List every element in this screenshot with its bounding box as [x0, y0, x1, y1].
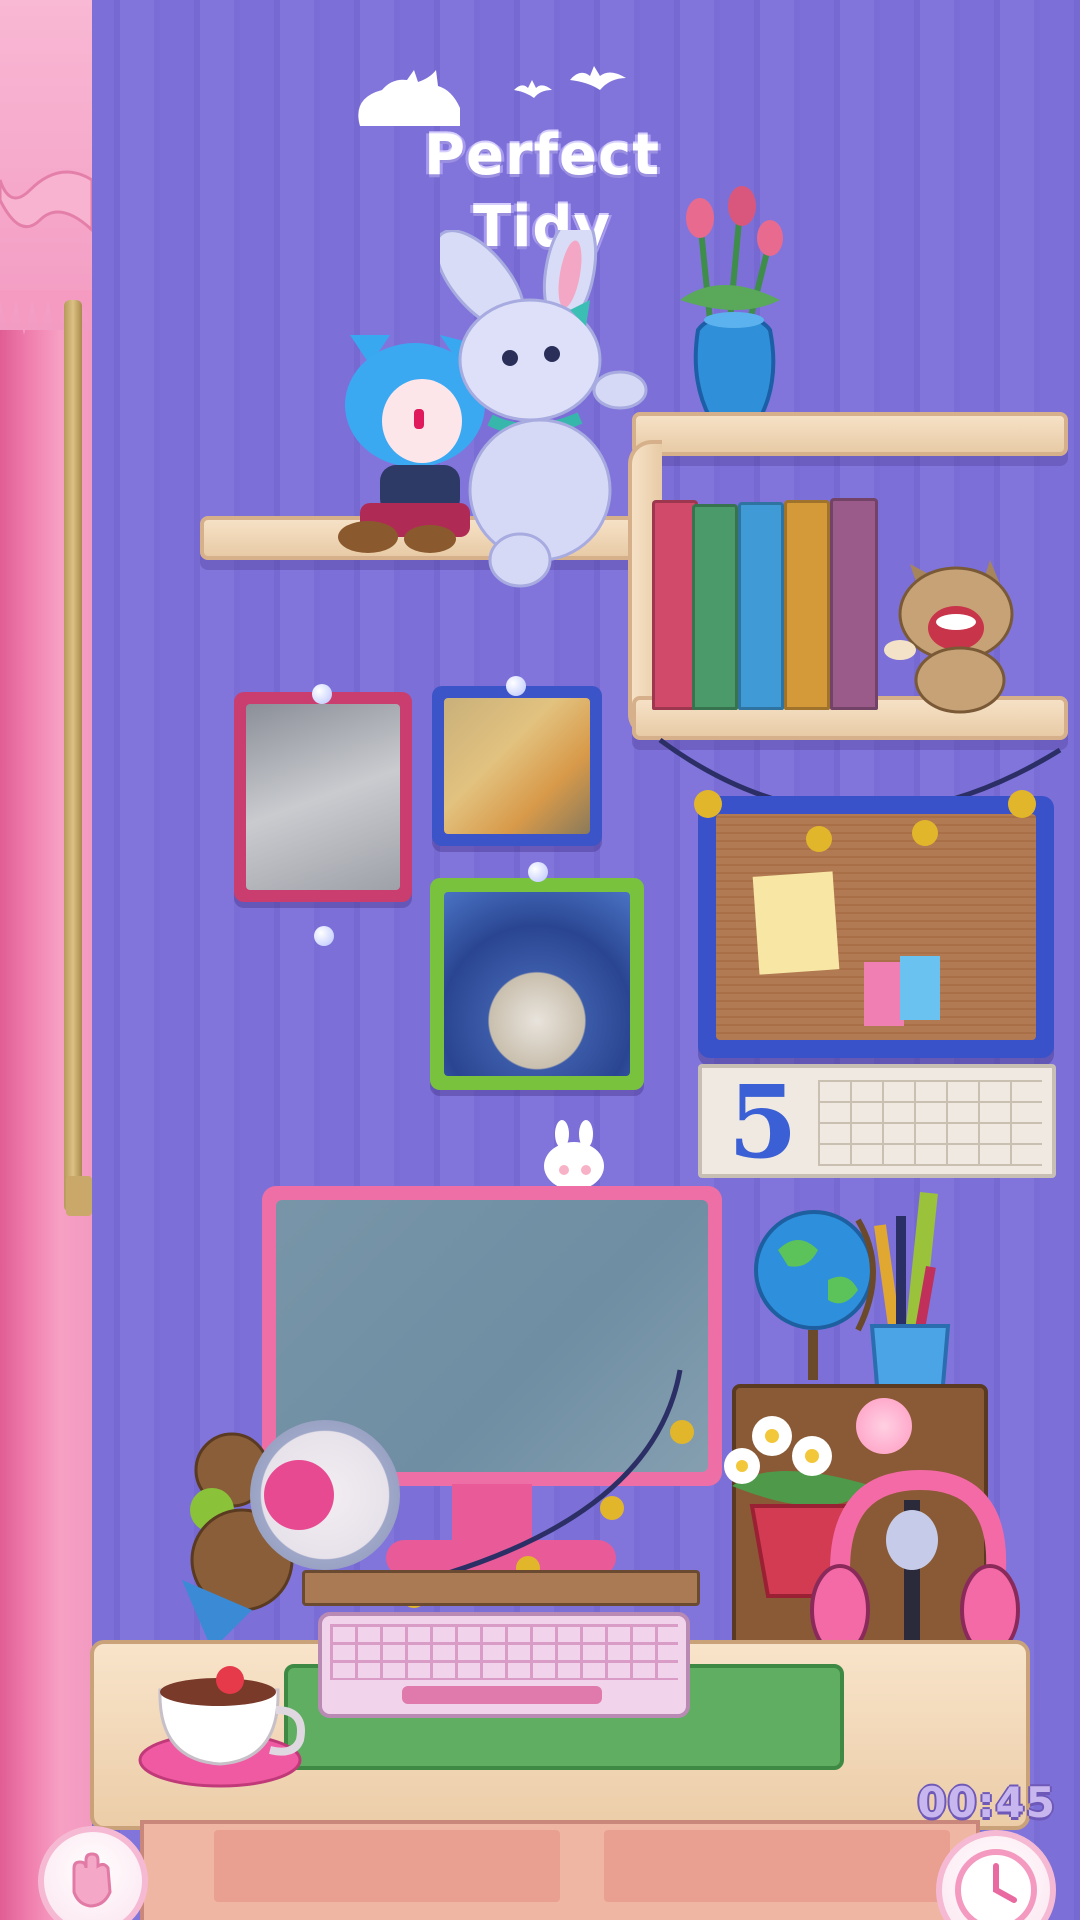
- logo-bats-icon: [510, 62, 630, 108]
- light-bulb: [1008, 790, 1036, 818]
- frame-pin: [312, 684, 332, 704]
- desk-drawers: [140, 1820, 980, 1920]
- book-green[interactable]: [692, 504, 738, 710]
- clock-icon: [955, 1849, 1037, 1920]
- right-shelf-top: [632, 412, 1068, 456]
- cat-portrait-frame[interactable]: [234, 692, 412, 902]
- pop-cat-frame[interactable]: [430, 878, 644, 1090]
- book-purple[interactable]: [830, 498, 878, 710]
- tulip-vase[interactable]: [660, 180, 800, 430]
- bunny-card-pink[interactable]: [864, 962, 904, 1026]
- rod-end: [66, 1176, 92, 1216]
- laughing-cat-figure[interactable]: [880, 544, 1030, 714]
- frame-pin-2: [506, 676, 526, 696]
- frame-pin-3: [528, 862, 548, 882]
- countdown-timer: 00:45: [917, 1778, 1056, 1827]
- mini-bunny-figure[interactable]: [540, 1120, 610, 1192]
- drawer-left[interactable]: [214, 1830, 560, 1902]
- doge-painting-frame[interactable]: [432, 686, 602, 846]
- cork-board: [698, 796, 1054, 1058]
- calendar-day: 5: [728, 1063, 798, 1181]
- keyboard-spacebar: [402, 1686, 602, 1704]
- light-bulb: [694, 790, 722, 818]
- loose-pin[interactable]: [314, 926, 334, 946]
- book-orange[interactable]: [784, 500, 830, 710]
- light-bulb: [806, 826, 832, 852]
- logo-cat-icon: [352, 68, 462, 128]
- room-scene: Perfect Tidy 5 00:45: [0, 0, 1080, 1920]
- hand-pointer-icon: [72, 1852, 112, 1908]
- curtain-rod: [64, 300, 82, 1212]
- heart-bubble-icon: [856, 1398, 912, 1454]
- calendar[interactable]: 5: [698, 1063, 1056, 1181]
- hint-button[interactable]: [38, 1826, 148, 1920]
- bunny-card-blue[interactable]: [900, 956, 940, 1020]
- light-bulb: [912, 820, 938, 846]
- sticky-note[interactable]: [752, 871, 840, 975]
- clock-button[interactable]: [936, 1830, 1056, 1920]
- book-blue[interactable]: [738, 502, 784, 710]
- keyboard[interactable]: [318, 1612, 690, 1718]
- keyboard-keys: [330, 1624, 678, 1680]
- coffee-cup[interactable]: [130, 1660, 310, 1790]
- bunny-plush[interactable]: [434, 213, 660, 590]
- curtain-valance: [0, 0, 94, 335]
- drawer-right[interactable]: [604, 1830, 950, 1902]
- calendar-grid: [818, 1080, 1042, 1166]
- monitor-riser: [302, 1570, 700, 1606]
